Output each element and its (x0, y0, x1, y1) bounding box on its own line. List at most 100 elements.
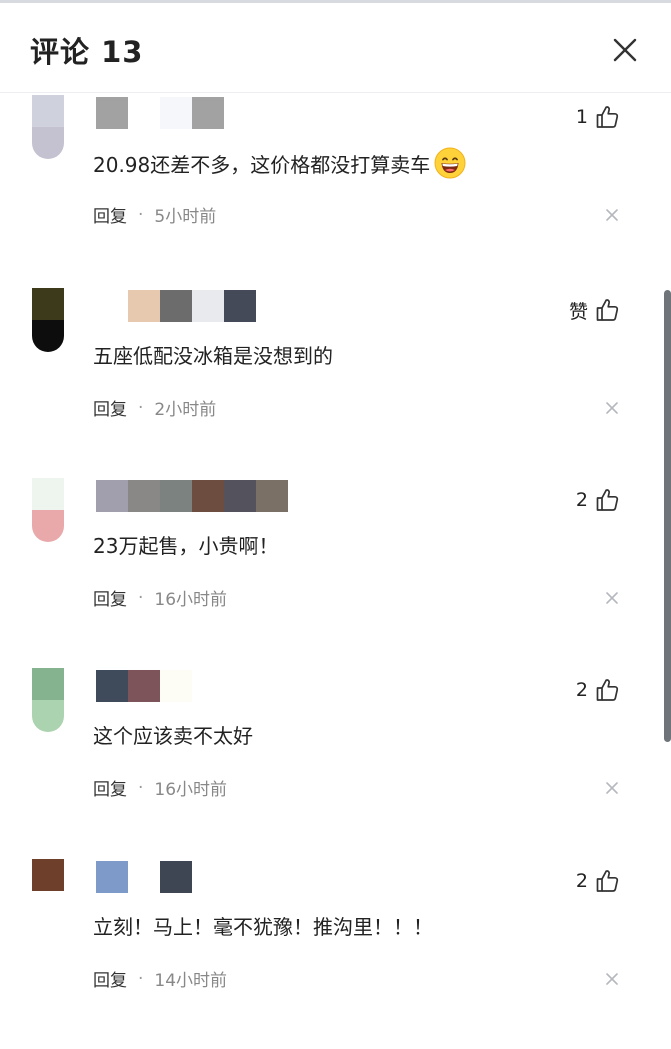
username-mosaic[interactable] (96, 290, 256, 322)
reply-button[interactable]: 回复 (93, 395, 127, 420)
username-pixel-block (160, 861, 192, 893)
scrollbar-thumb[interactable] (664, 290, 671, 742)
header-divider (0, 92, 671, 93)
avatar-bottom (32, 891, 64, 923)
comment-meta: 回复 · 5小时前 (93, 202, 217, 228)
separator-dot: · (138, 587, 144, 608)
comment-timestamp: 5小时前 (154, 207, 217, 227)
avatar[interactable] (32, 95, 64, 159)
username-mosaic[interactable] (96, 480, 288, 512)
reply-button[interactable]: 回复 (93, 775, 127, 800)
comment-meta: 回复 · 16小时前 (93, 585, 228, 611)
comment-item: 2 立刻！马上！毫不犹豫！推沟里！！！ 回复 · 14小时前 (0, 859, 655, 1049)
username-mosaic[interactable] (96, 861, 192, 893)
separator-dot: · (138, 397, 144, 418)
like-button[interactable]: 赞 (569, 296, 620, 324)
username-pixel-block (96, 97, 128, 129)
dismiss-comment-button[interactable] (604, 780, 620, 796)
close-icon (606, 782, 618, 794)
username-pixel-block (192, 480, 224, 512)
dismiss-comment-button[interactable] (604, 590, 620, 606)
close-button[interactable] (608, 33, 642, 67)
username-mosaic[interactable] (96, 670, 192, 702)
separator-dot: · (138, 204, 144, 225)
reply-button[interactable]: 回复 (93, 585, 127, 610)
username-pixel-block (96, 290, 128, 322)
comment-text: 23万起售，小贵啊！ (93, 530, 278, 559)
avatar-bottom (32, 320, 64, 352)
username-pixel-block (160, 480, 192, 512)
comments-header: 评论 13 (0, 3, 671, 93)
avatar-top (32, 288, 64, 320)
comment-text-content: 这个应该卖不太好 (93, 724, 253, 748)
close-icon (606, 209, 618, 221)
comment-timestamp: 14小时前 (154, 971, 228, 991)
username-pixel-block (128, 670, 160, 702)
thumbs-up-icon (596, 106, 619, 128)
username-mosaic[interactable] (96, 97, 224, 129)
close-icon (613, 38, 637, 62)
comment-meta: 回复 · 14小时前 (93, 966, 228, 992)
avatar-top (32, 859, 64, 891)
username-pixel-block (160, 290, 192, 322)
like-count: 2 (575, 870, 588, 892)
username-pixel-block (128, 97, 160, 129)
avatar[interactable] (32, 288, 64, 352)
comment-meta: 回复 · 2小时前 (93, 395, 217, 421)
username-pixel-block (96, 670, 128, 702)
username-pixel-block (128, 290, 160, 322)
username-pixel-block (224, 480, 256, 512)
close-icon (606, 592, 618, 604)
thumbs-up-icon (596, 299, 619, 321)
separator-dot: · (138, 968, 144, 989)
comment-text: 这个应该卖不太好 (93, 720, 253, 749)
username-pixel-block (96, 480, 128, 512)
page-title: 评论 13 (30, 35, 144, 69)
avatar[interactable] (32, 478, 64, 542)
dismiss-comment-button[interactable] (604, 971, 620, 987)
like-button[interactable]: 2 (576, 867, 620, 895)
username-pixel-block (96, 861, 128, 893)
reply-button[interactable]: 回复 (93, 966, 127, 991)
avatar-top (32, 668, 64, 700)
like-button[interactable]: 1 (576, 103, 620, 131)
close-icon (606, 402, 618, 414)
username-pixel-block (192, 97, 224, 129)
comment-meta: 回复 · 16小时前 (93, 775, 228, 801)
comment-item: 2 这个应该卖不太好 回复 · 16小时前 (0, 668, 655, 858)
avatar[interactable] (32, 668, 64, 732)
thumbs-up-icon (596, 679, 619, 701)
username-pixel-block (128, 861, 160, 893)
comment-timestamp: 16小时前 (154, 780, 228, 800)
comment-text: 五座低配没冰箱是没想到的 (93, 340, 333, 369)
like-count: 2 (575, 679, 588, 701)
like-count: 2 (575, 489, 588, 511)
comment-item: 1 20.98还差不多，这价格都没打算卖车 回复 · 5小时前 (0, 95, 655, 285)
comment-text-content: 23万起售，小贵啊！ (93, 534, 279, 558)
comment-text: 20.98还差不多，这价格都没打算卖车 (93, 147, 466, 179)
avatar[interactable] (32, 859, 64, 923)
avatar-top (32, 478, 64, 510)
thumbs-up-icon (596, 489, 619, 511)
dismiss-comment-button[interactable] (604, 400, 620, 416)
comment-timestamp: 2小时前 (154, 400, 217, 420)
comment-item: 2 23万起售，小贵啊！ 回复 · 16小时前 (0, 478, 655, 668)
avatar-bottom (32, 127, 64, 159)
like-button[interactable]: 2 (576, 486, 620, 514)
comment-timestamp: 16小时前 (154, 590, 228, 610)
comment-text-content: 五座低配没冰箱是没想到的 (93, 344, 333, 368)
username-pixel-block (160, 670, 192, 702)
avatar-bottom (32, 510, 64, 542)
like-count: 1 (575, 106, 588, 128)
comment-text-content: 立刻！马上！毫不犹豫！推沟里！！！ (93, 915, 433, 939)
thumbs-up-icon (596, 870, 619, 892)
avatar-top (32, 95, 64, 127)
like-button[interactable]: 2 (576, 676, 620, 704)
comment-text-content: 20.98还差不多，这价格都没打算卖车 (93, 152, 431, 177)
dismiss-comment-button[interactable] (604, 207, 620, 223)
separator-dot: · (138, 777, 144, 798)
username-pixel-block (128, 480, 160, 512)
username-pixel-block (192, 290, 224, 322)
comment-item: 赞 五座低配没冰箱是没想到的 回复 · 2小时前 (0, 288, 655, 478)
reply-button[interactable]: 回复 (93, 202, 127, 227)
